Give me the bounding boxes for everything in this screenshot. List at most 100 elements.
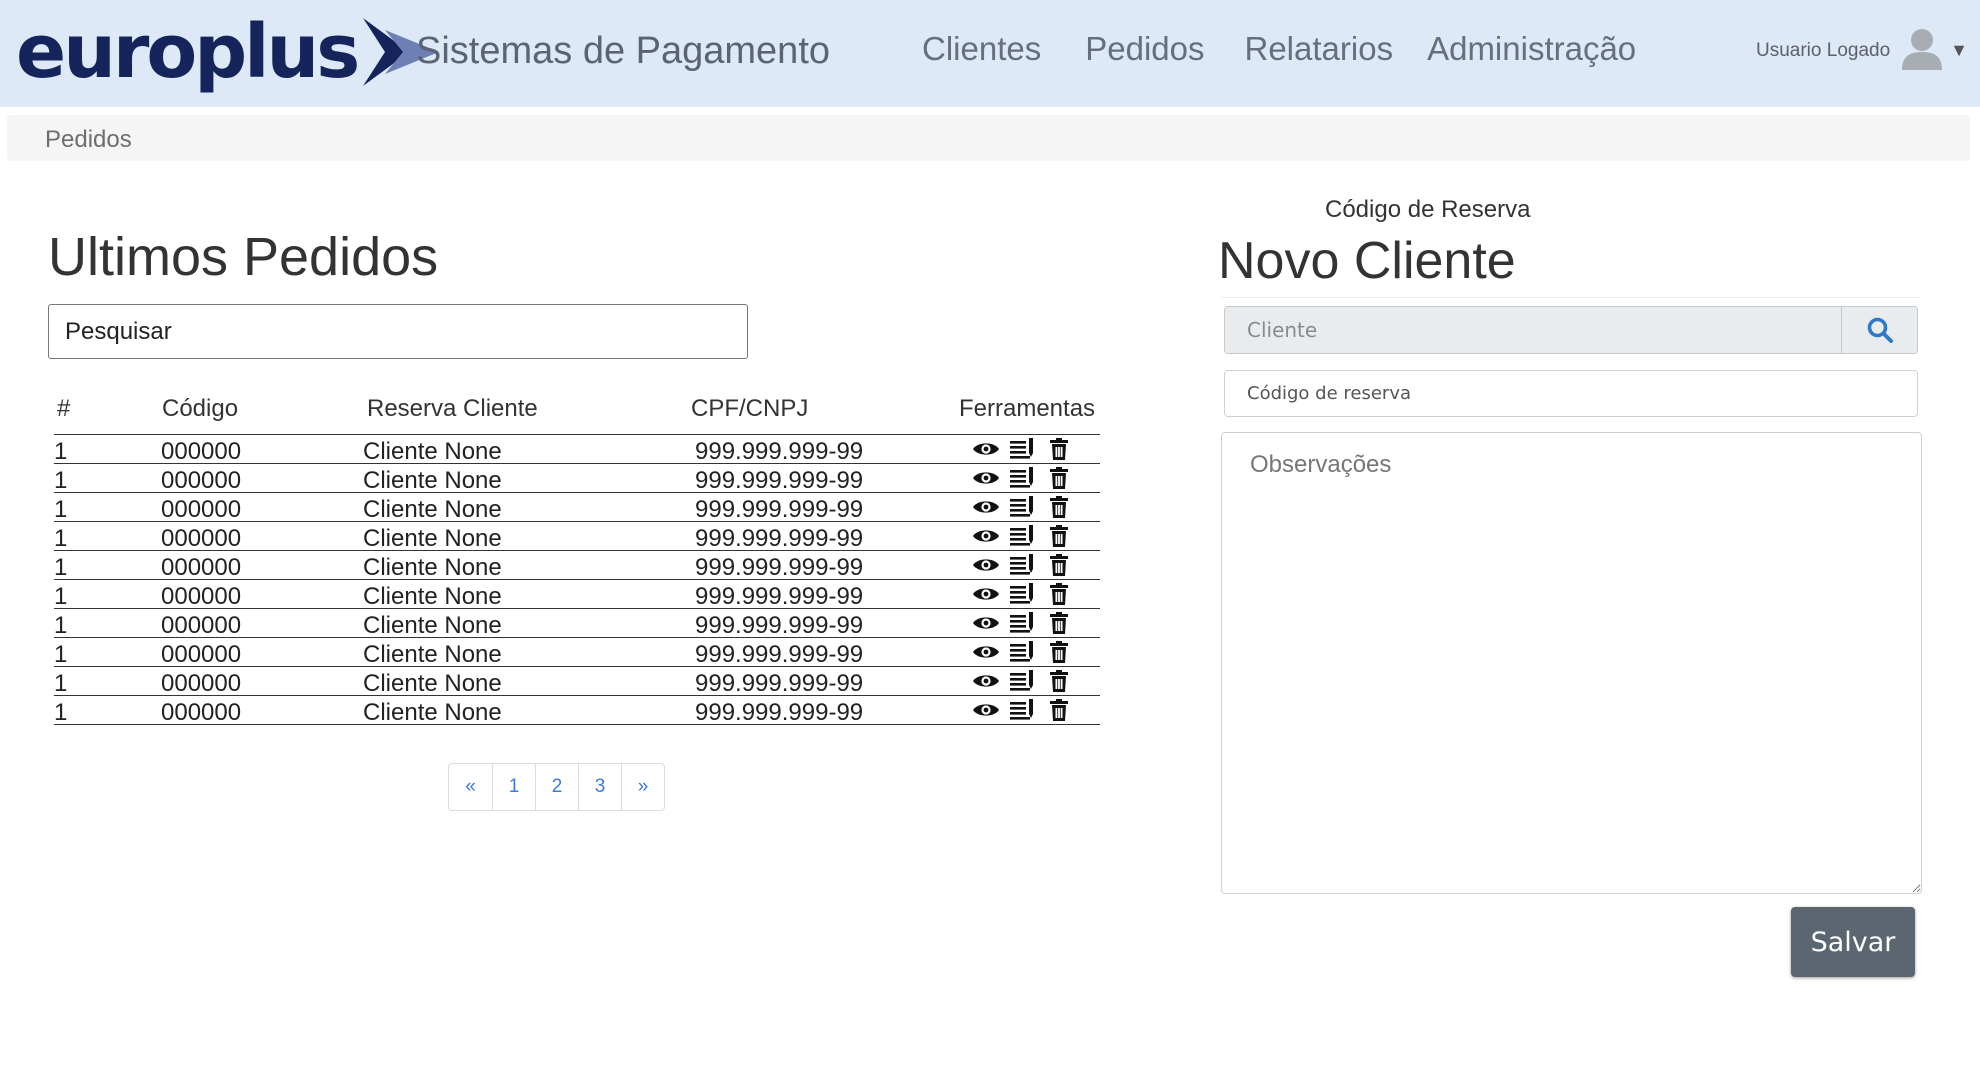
table-row: 1 000000 Cliente None 999.999.999-99	[54, 696, 1100, 726]
cell-number: 1	[54, 438, 68, 465]
pagination-page-3[interactable]: 3	[578, 764, 621, 810]
table-row: 1 000000 Cliente None 999.999.999-99	[54, 580, 1100, 610]
trash-icon[interactable]	[1050, 496, 1068, 518]
main-nav: Clientes Pedidos Relatarios Administraçã…	[922, 30, 1636, 68]
eye-icon[interactable]	[972, 469, 1000, 487]
top-navbar: europlus Sistemas de Pagamento Clientes …	[0, 0, 1980, 107]
observations-textarea[interactable]	[1221, 432, 1922, 894]
nav-pedidos[interactable]: Pedidos	[1085, 30, 1204, 68]
table-row: 1 000000 Cliente None 999.999.999-99	[54, 609, 1100, 639]
pagination-prev[interactable]: «	[449, 764, 492, 810]
user-name: Usuario Logado	[1756, 40, 1891, 61]
column-header-document: CPF/CNPJ	[691, 395, 809, 422]
table-header: # Código Reserva Cliente CPF/CNPJ Ferram…	[54, 392, 1100, 435]
eye-icon[interactable]	[972, 701, 1000, 719]
trash-icon[interactable]	[1050, 583, 1068, 605]
row-tools	[972, 437, 1068, 461]
cell-client: Cliente None	[363, 525, 502, 552]
breadcrumb: Pedidos	[7, 115, 1970, 161]
column-header-code: Código	[162, 395, 239, 422]
client-search-button[interactable]	[1841, 307, 1917, 353]
row-tools	[972, 466, 1068, 490]
eye-icon[interactable]	[972, 440, 1000, 458]
row-tools	[972, 698, 1068, 722]
save-button[interactable]: Salvar	[1791, 907, 1915, 977]
edit-list-icon[interactable]	[1010, 698, 1036, 722]
title-divider	[1222, 297, 1920, 298]
cell-document: 999.999.999-99	[695, 525, 864, 552]
user-avatar-icon	[1902, 29, 1943, 70]
cell-code: 000000	[161, 612, 242, 639]
nav-relatarios[interactable]: Relatarios	[1245, 30, 1394, 68]
reservation-code-input[interactable]	[1224, 370, 1918, 417]
edit-list-icon[interactable]	[1010, 669, 1036, 693]
column-header-client: Reserva Cliente	[367, 395, 538, 422]
edit-list-icon[interactable]	[1010, 524, 1036, 548]
cell-number: 1	[54, 699, 68, 726]
eye-icon[interactable]	[972, 643, 1000, 661]
edit-list-icon[interactable]	[1010, 437, 1036, 461]
edit-list-icon[interactable]	[1010, 495, 1036, 519]
edit-list-icon[interactable]	[1010, 611, 1036, 635]
edit-list-icon[interactable]	[1010, 582, 1036, 606]
cell-client: Cliente None	[363, 699, 502, 726]
trash-icon[interactable]	[1050, 525, 1068, 547]
eye-icon[interactable]	[972, 527, 1000, 545]
nav-administracao[interactable]: Administração	[1427, 30, 1636, 68]
table-row: 1 000000 Cliente None 999.999.999-99	[54, 435, 1100, 465]
orders-search-input[interactable]	[49, 305, 747, 358]
cell-number: 1	[54, 670, 68, 697]
pagination-page-1[interactable]: 1	[492, 764, 535, 810]
pagination: « 1 2 3 »	[448, 763, 665, 811]
cell-number: 1	[54, 467, 68, 494]
pagination-page-2[interactable]: 2	[535, 764, 578, 810]
cell-code: 000000	[161, 641, 242, 668]
cell-document: 999.999.999-99	[695, 641, 864, 668]
table-row: 1 000000 Cliente None 999.999.999-99	[54, 638, 1100, 668]
cell-client: Cliente None	[363, 496, 502, 523]
trash-icon[interactable]	[1050, 554, 1068, 576]
table-row: 1 000000 Cliente None 999.999.999-99	[54, 464, 1100, 494]
cell-code: 000000	[161, 699, 242, 726]
cell-document: 999.999.999-99	[695, 670, 864, 697]
row-tools	[972, 640, 1068, 664]
pagination-next[interactable]: »	[621, 764, 664, 810]
cell-number: 1	[54, 525, 68, 552]
new-client-title: Novo Cliente	[1218, 232, 1516, 290]
search-icon	[1867, 317, 1893, 343]
trash-icon[interactable]	[1050, 438, 1068, 460]
orders-search-box	[48, 304, 748, 359]
row-tools	[972, 669, 1068, 693]
trash-icon[interactable]	[1050, 467, 1068, 489]
row-tools	[972, 524, 1068, 548]
logo-wordmark: europlus	[16, 9, 360, 95]
cell-client: Cliente None	[363, 612, 502, 639]
cell-client: Cliente None	[363, 641, 502, 668]
trash-icon[interactable]	[1050, 641, 1068, 663]
client-input[interactable]	[1225, 307, 1841, 353]
cell-document: 999.999.999-99	[695, 467, 864, 494]
cell-client: Cliente None	[363, 467, 502, 494]
cell-number: 1	[54, 612, 68, 639]
eye-icon[interactable]	[972, 672, 1000, 690]
breadcrumb-item-pedidos[interactable]: Pedidos	[45, 126, 132, 154]
edit-list-icon[interactable]	[1010, 640, 1036, 664]
edit-list-icon[interactable]	[1010, 466, 1036, 490]
cell-code: 000000	[161, 438, 242, 465]
user-menu[interactable]: Usuario Logado ▼	[1756, 26, 1968, 70]
europlus-logo[interactable]: europlus	[16, 12, 441, 92]
eye-icon[interactable]	[972, 556, 1000, 574]
cell-document: 999.999.999-99	[695, 554, 864, 581]
eye-icon[interactable]	[972, 614, 1000, 632]
trash-icon[interactable]	[1050, 612, 1068, 634]
trash-icon[interactable]	[1050, 670, 1068, 692]
eye-icon[interactable]	[972, 585, 1000, 603]
chevron-down-icon[interactable]: ▼	[1950, 40, 1968, 61]
cell-code: 000000	[161, 583, 242, 610]
eye-icon[interactable]	[972, 498, 1000, 516]
cell-code: 000000	[161, 554, 242, 581]
trash-icon[interactable]	[1050, 699, 1068, 721]
column-header-number: #	[57, 395, 71, 422]
nav-clientes[interactable]: Clientes	[922, 30, 1041, 68]
edit-list-icon[interactable]	[1010, 553, 1036, 577]
